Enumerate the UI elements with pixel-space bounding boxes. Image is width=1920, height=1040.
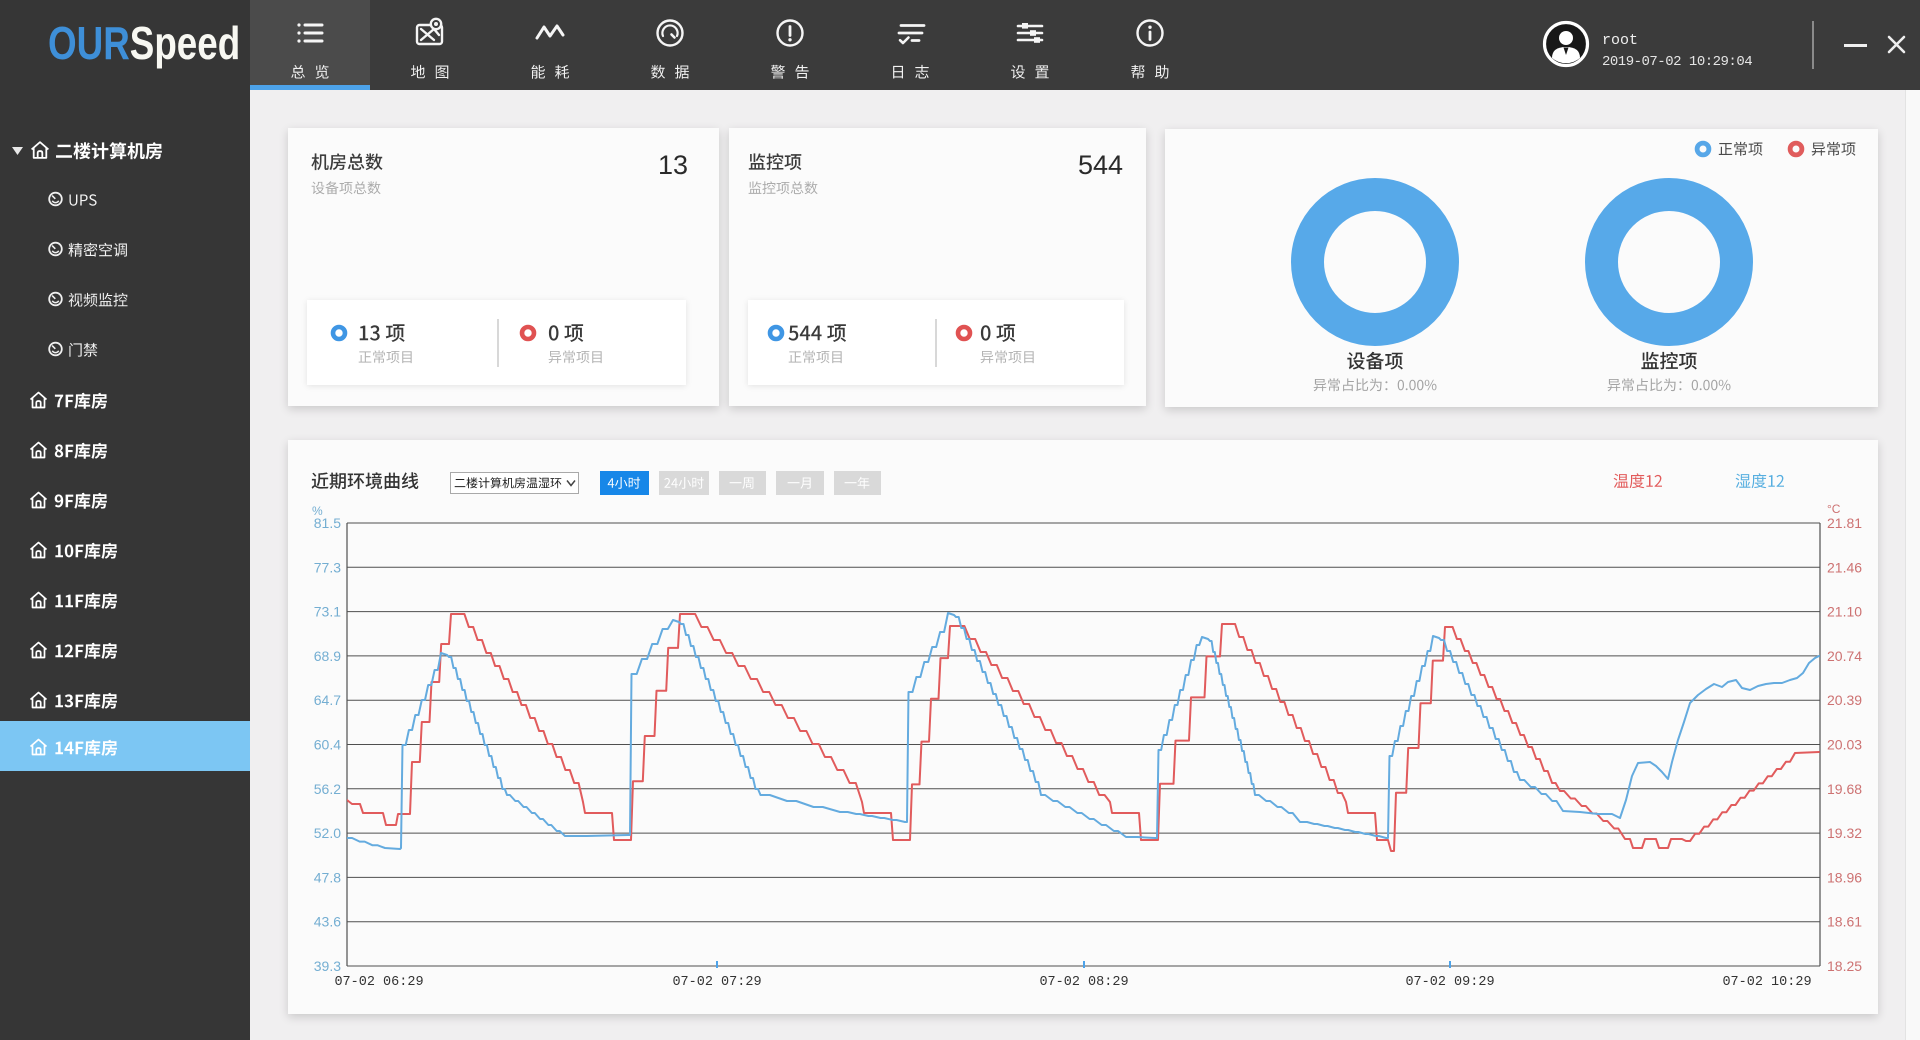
svg-text:20.74: 20.74: [1827, 648, 1862, 664]
svg-text:18.61: 18.61: [1827, 914, 1862, 930]
svg-text:68.9: 68.9: [314, 648, 341, 664]
svg-text:07-02 06:29: 07-02 06:29: [334, 975, 423, 990]
svg-text:18.25: 18.25: [1827, 958, 1862, 974]
svg-text:64.7: 64.7: [314, 692, 341, 708]
svg-text:20.03: 20.03: [1827, 737, 1862, 753]
svg-text:60.4: 60.4: [314, 737, 341, 753]
svg-text:20.39: 20.39: [1827, 692, 1862, 708]
svg-text:18.96: 18.96: [1827, 869, 1862, 885]
svg-text:43.6: 43.6: [314, 914, 341, 930]
svg-text:73.1: 73.1: [314, 604, 341, 620]
svg-text:77.3: 77.3: [314, 559, 341, 575]
svg-text:21.10: 21.10: [1827, 604, 1862, 620]
svg-text:21.81: 21.81: [1827, 515, 1862, 531]
svg-text:39.3: 39.3: [314, 958, 341, 974]
svg-text:%: %: [312, 504, 323, 518]
svg-text:19.68: 19.68: [1827, 781, 1862, 797]
svg-text:07-02 09:29: 07-02 09:29: [1405, 975, 1494, 990]
svg-text:19.32: 19.32: [1827, 825, 1862, 841]
svg-text:07-02 08:29: 07-02 08:29: [1039, 975, 1128, 990]
svg-text:56.2: 56.2: [314, 781, 341, 797]
svg-text:52.0: 52.0: [314, 825, 341, 841]
svg-text:21.46: 21.46: [1827, 559, 1862, 575]
svg-text:°C: °C: [1827, 502, 1841, 516]
svg-text:47.8: 47.8: [314, 869, 341, 885]
svg-text:07-02 10:29: 07-02 10:29: [1722, 975, 1811, 990]
svg-text:07-02 07:29: 07-02 07:29: [672, 975, 761, 990]
